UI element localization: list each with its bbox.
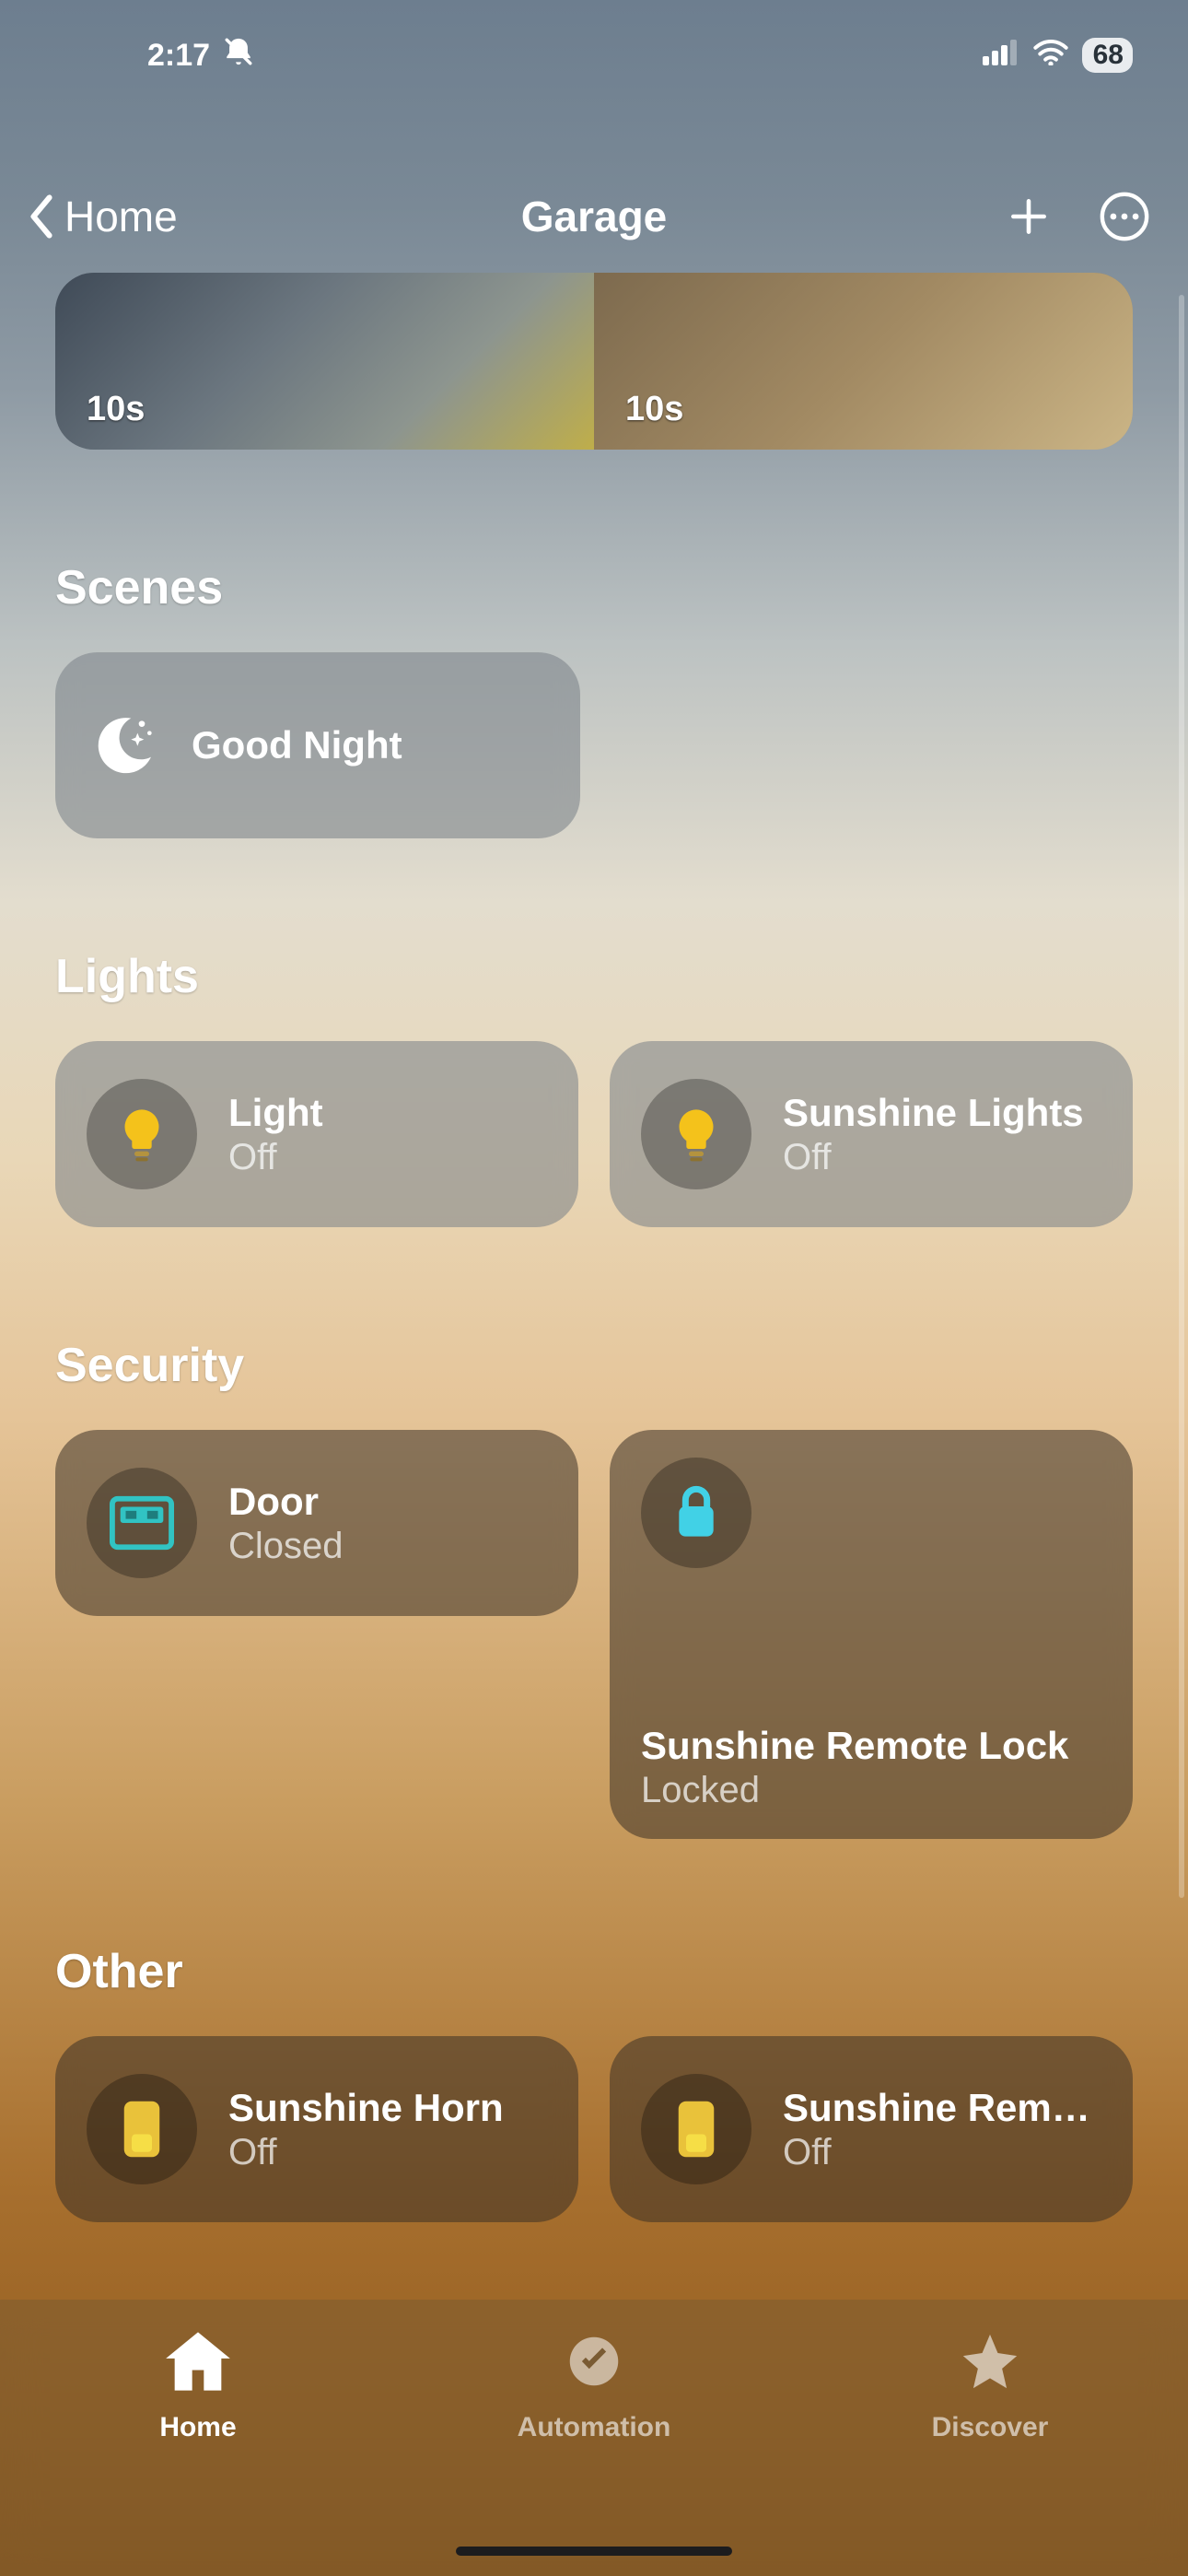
tab-automation[interactable]: Automation bbox=[396, 2329, 792, 2443]
accessory-door[interactable]: Door Closed bbox=[55, 1430, 578, 1616]
bulb-icon bbox=[87, 1079, 197, 1189]
star-icon bbox=[955, 2329, 1025, 2401]
back-label: Home bbox=[64, 192, 178, 241]
page-title: Garage bbox=[521, 192, 668, 241]
back-button[interactable]: Home bbox=[28, 192, 178, 241]
nav-header: Home Garage bbox=[0, 166, 1188, 267]
camera-age: 10s bbox=[625, 390, 683, 429]
wifi-icon bbox=[1032, 38, 1069, 74]
tile-state: Off bbox=[228, 2132, 504, 2173]
switch-icon bbox=[87, 2074, 197, 2184]
scene-label: Good Night bbox=[192, 723, 402, 767]
home-indicator bbox=[456, 2547, 732, 2556]
tile-state: Off bbox=[783, 2132, 1090, 2173]
battery-percent: 68 bbox=[1093, 40, 1124, 71]
accessory-sunshine-lights[interactable]: Sunshine Lights Off bbox=[610, 1041, 1133, 1227]
lock-icon bbox=[641, 1458, 751, 1568]
tab-label: Home bbox=[159, 2412, 236, 2443]
tab-label: Discover bbox=[932, 2412, 1049, 2443]
accessory-horn[interactable]: Sunshine Horn Off bbox=[55, 2036, 578, 2222]
switch-icon bbox=[641, 2074, 751, 2184]
tile-title: Sunshine Remote Lock bbox=[641, 1724, 1101, 1768]
content-scroll[interactable]: 10s 10s Scenes Good Night Lights Light O… bbox=[0, 273, 1188, 2300]
tab-bar: Home Automation Discover bbox=[0, 2300, 1188, 2576]
scene-good-night[interactable]: Good Night bbox=[55, 652, 580, 838]
tile-title: Door bbox=[228, 1480, 344, 1524]
home-icon bbox=[163, 2329, 233, 2401]
tab-discover[interactable]: Discover bbox=[792, 2329, 1188, 2443]
scroll-indicator bbox=[1179, 295, 1184, 1898]
section-heading-other: Other bbox=[55, 1944, 1133, 1999]
tile-title: Sunshine Lights bbox=[783, 1091, 1084, 1135]
bulb-icon bbox=[641, 1079, 751, 1189]
tab-home[interactable]: Home bbox=[0, 2329, 396, 2443]
tile-title: Light bbox=[228, 1091, 323, 1135]
section-heading-scenes: Scenes bbox=[55, 560, 1133, 615]
cellular-icon bbox=[983, 38, 1019, 74]
status-bar: 2:17 68 bbox=[0, 0, 1188, 111]
camera-tile[interactable]: 10s bbox=[594, 273, 1133, 450]
accessory-remote[interactable]: Sunshine Rem… Off bbox=[610, 2036, 1133, 2222]
tile-state: Closed bbox=[228, 1526, 344, 1567]
camera-age: 10s bbox=[87, 390, 145, 429]
silent-icon bbox=[223, 36, 254, 76]
battery-indicator: 68 bbox=[1082, 38, 1133, 73]
tile-state: Off bbox=[783, 1137, 1084, 1178]
camera-row: 10s 10s bbox=[55, 273, 1133, 450]
section-heading-lights: Lights bbox=[55, 949, 1133, 1004]
garage-door-icon bbox=[87, 1468, 197, 1578]
automation-icon bbox=[559, 2329, 629, 2401]
tile-state: Off bbox=[228, 1137, 323, 1178]
add-button[interactable] bbox=[1006, 193, 1052, 240]
tile-title: Sunshine Rem… bbox=[783, 2086, 1090, 2130]
moon-icon bbox=[87, 708, 160, 782]
camera-tile[interactable]: 10s bbox=[55, 273, 594, 450]
more-button[interactable] bbox=[1098, 190, 1151, 243]
tile-title: Sunshine Horn bbox=[228, 2086, 504, 2130]
accessory-light[interactable]: Light Off bbox=[55, 1041, 578, 1227]
section-heading-security: Security bbox=[55, 1338, 1133, 1393]
tab-label: Automation bbox=[518, 2412, 671, 2443]
tile-state: Locked bbox=[641, 1770, 1101, 1811]
status-time: 2:17 bbox=[147, 38, 210, 74]
accessory-lock[interactable]: Sunshine Remote Lock Locked bbox=[610, 1430, 1133, 1839]
